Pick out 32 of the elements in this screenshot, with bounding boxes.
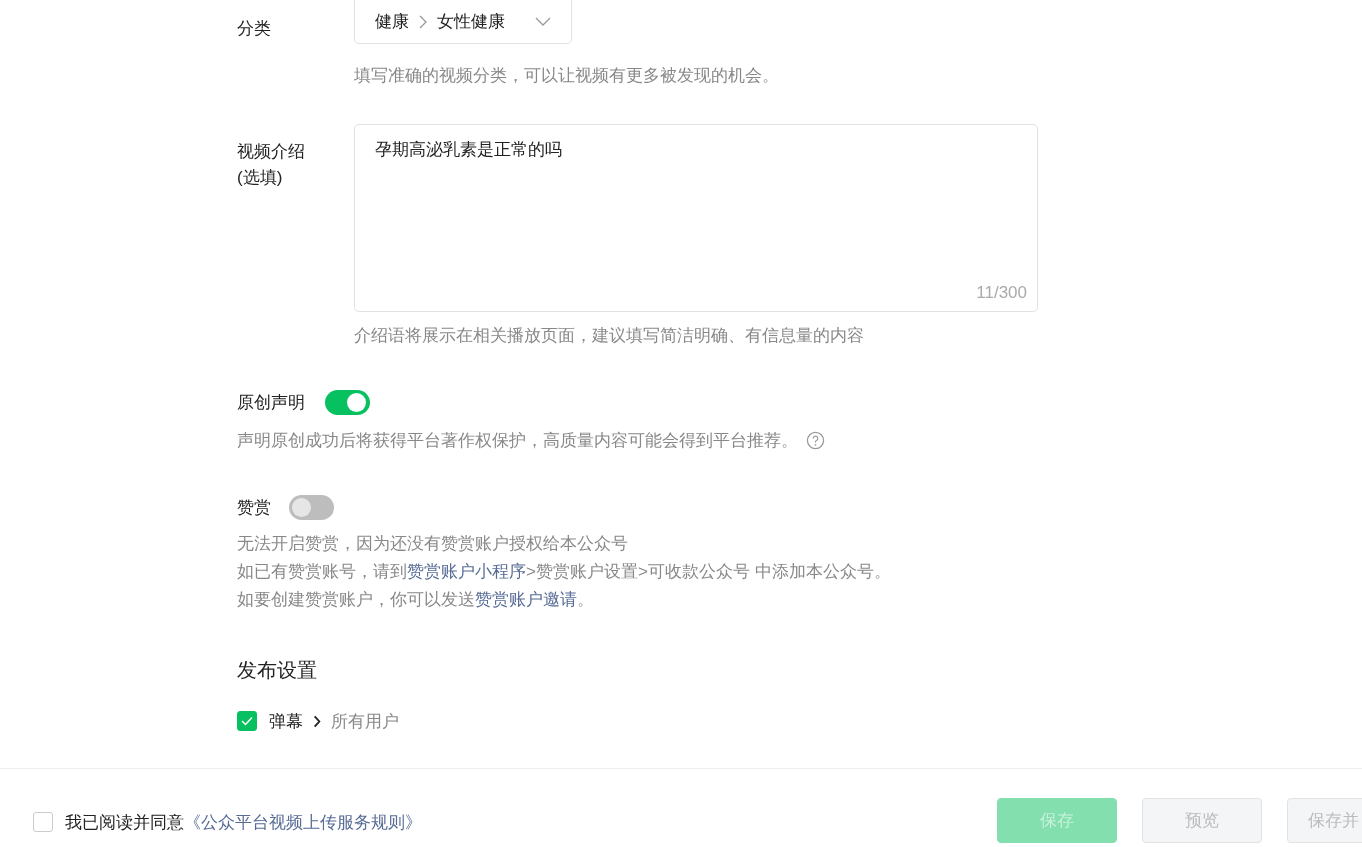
field-label: 视频介绍: [237, 141, 306, 163]
agree-checkbox[interactable]: [33, 812, 53, 832]
category-select[interactable]: 健康 女性健康: [354, 0, 572, 44]
link[interactable]: 赞赏账户小程序: [407, 562, 526, 581]
field-label: (选填): [237, 167, 284, 189]
help-icon[interactable]: [806, 431, 825, 450]
hint-text: 填写准确的视频分类，可以让视频有更多被发现的机会。: [354, 65, 779, 87]
toggle-switch[interactable]: [289, 495, 334, 520]
check-icon: [241, 716, 253, 726]
switch-label: 赞赏: [237, 497, 271, 519]
chevron-right-icon: [419, 14, 427, 29]
agree-text: 我已阅读并同意: [65, 811, 184, 834]
switch-label: 原创声明: [237, 392, 305, 414]
checkbox[interactable]: [237, 711, 257, 731]
hint-text: 如已有赞赏账号，请到: [237, 562, 407, 581]
option-label: 弹幕: [269, 710, 303, 733]
toggle-switch[interactable]: [325, 390, 370, 415]
rules-link[interactable]: 《公众平台视频上传服务规则》: [184, 810, 422, 834]
section-title: 发布设置: [236, 658, 318, 683]
option-value: 所有用户: [331, 710, 399, 733]
chevron-right-icon[interactable]: [313, 714, 321, 728]
hint-text: 介绍语将展示在相关播放页面，建议填写简洁明确、有信息量的内容: [354, 325, 865, 347]
hint-text: 如要创建赞赏账户，你可以发送: [237, 590, 475, 609]
hint-text: 声明原创成功后将获得平台著作权保护，高质量内容可能会得到平台推荐。: [237, 430, 798, 452]
hint-text: 。: [577, 590, 594, 609]
link[interactable]: 赞赏账户邀请: [475, 590, 577, 609]
character-counter: 11/300: [976, 283, 1027, 303]
hint-text: >赞赏账户设置>可收款公众号 中添加本公众号。: [526, 562, 891, 581]
field-label: 分类: [237, 18, 272, 40]
description-field[interactable]: 孕期高泌乳素是正常的吗 11/300: [354, 124, 1038, 312]
chevron-down-icon: [535, 17, 551, 26]
hint-text: 无法开启赞赏，因为还没有赞赏账户授权给本公众号: [237, 534, 628, 553]
